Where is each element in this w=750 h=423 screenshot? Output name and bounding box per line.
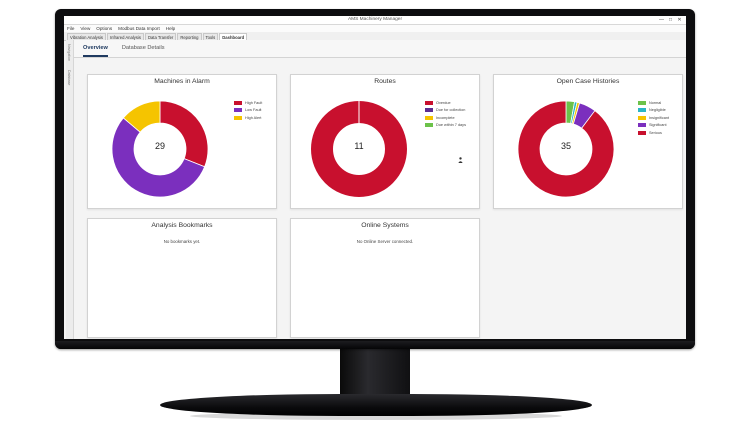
routes-card[interactable]: Routes 11 Overdue Due for collection Inc… xyxy=(290,74,480,209)
legend-item: Due within 7 days xyxy=(425,122,466,130)
menu-bar: File View Options Modbus Data Import Hel… xyxy=(64,25,686,32)
tab-reporting[interactable]: Reporting xyxy=(177,33,202,40)
card-title: Routes xyxy=(374,78,396,85)
legend-label: Due for collection xyxy=(436,108,466,113)
minimize-icon[interactable]: — xyxy=(658,16,665,24)
monitor-stand-neck xyxy=(340,349,410,397)
side-panel-strip[interactable]: Navigation Database xyxy=(66,40,74,339)
tab-vibration-analysis[interactable]: Vibration Analysis xyxy=(67,33,106,40)
menu-file[interactable]: File xyxy=(67,25,74,32)
card-title: Online Systems xyxy=(361,222,409,229)
empty-message: No bookmarks yet. xyxy=(163,239,201,244)
legend-item: Insignificant xyxy=(638,114,669,122)
online-systems-card[interactable]: Online Systems No Online Server connecte… xyxy=(290,218,480,338)
card-title: Machines in Alarm xyxy=(154,78,210,85)
card-title: Open Case Histories xyxy=(556,78,620,85)
donut-center-value: 11 xyxy=(354,141,364,151)
subtab-overview[interactable]: Overview xyxy=(83,40,108,57)
close-icon[interactable]: ✕ xyxy=(676,16,683,24)
legend-swatch xyxy=(425,123,433,128)
legend: High Fault Low Fault High Alert xyxy=(234,99,262,122)
monitor-stand-base xyxy=(160,394,592,416)
legend-item: High Fault xyxy=(234,99,262,107)
monitor: AMS Machinery Manager — □ ✕ File View Op… xyxy=(55,9,695,349)
menu-options[interactable]: Options xyxy=(96,25,112,32)
side-tab-navigation[interactable]: Navigation xyxy=(67,44,71,61)
legend-item: Serious xyxy=(638,129,669,137)
side-tab-database[interactable]: Database xyxy=(67,70,71,85)
legend-item: Significant xyxy=(638,122,669,130)
menu-modbus-data-import[interactable]: Modbus Data Import xyxy=(118,25,160,32)
menu-view[interactable]: View xyxy=(80,25,90,32)
legend-label: Due within 7 days xyxy=(436,123,466,128)
tab-tools[interactable]: Tools xyxy=(202,33,219,40)
legend-item: Normal xyxy=(638,99,669,107)
legend-swatch xyxy=(638,108,646,113)
window-title: AMS Machinery Manager xyxy=(347,17,403,22)
legend-swatch xyxy=(425,108,433,113)
legend-label: Serious xyxy=(649,130,662,135)
legend-swatch xyxy=(638,100,646,105)
title-bar: AMS Machinery Manager — □ ✕ xyxy=(64,16,686,25)
legend-swatch xyxy=(638,130,646,135)
legend-swatch xyxy=(234,108,242,113)
subtab-database-details[interactable]: Database Details xyxy=(122,40,165,57)
legend-label: High Alert xyxy=(245,115,262,120)
legend-swatch xyxy=(425,100,433,105)
legend-label: Insignificant xyxy=(649,115,670,120)
donut-center-value: 35 xyxy=(560,141,571,151)
empty-message: No Online Server connected. xyxy=(356,239,414,244)
legend-label: Overdue xyxy=(436,100,451,105)
tab-infrared-analysis[interactable]: Infrared Analysis xyxy=(106,33,144,40)
legend-label: Normal xyxy=(649,100,662,105)
app-window: AMS Machinery Manager — □ ✕ File View Op… xyxy=(64,16,686,339)
body-area: Navigation Database Overview Database De… xyxy=(64,40,686,339)
legend-swatch xyxy=(638,123,646,128)
legend-swatch xyxy=(425,115,433,120)
legend-swatch xyxy=(638,115,646,120)
legend: Overdue Due for collection Incomplete Du… xyxy=(425,99,466,129)
analysis-bookmarks-card[interactable]: Analysis Bookmarks No bookmarks yet. xyxy=(87,218,277,338)
machines-in-alarm-card[interactable]: Machines in Alarm 29 High Fault Low Faul… xyxy=(87,74,277,209)
card-title: Analysis Bookmarks xyxy=(151,222,213,229)
open-case-histories-card[interactable]: Open Case Histories 35 Normal Negligible xyxy=(493,74,683,209)
legend-item: Due for collection xyxy=(425,107,466,115)
legend-swatch xyxy=(234,100,242,105)
window-controls: — □ ✕ xyxy=(658,16,683,24)
donut-segment[interactable] xyxy=(159,100,209,168)
tab-dashboard[interactable]: Dashboard xyxy=(219,33,248,40)
donut-center-value: 29 xyxy=(154,141,165,151)
monitor-bezel-bottom xyxy=(55,341,695,349)
dashboard-content: Overview Database Details Machines in Al… xyxy=(74,40,686,339)
legend-label: High Fault xyxy=(245,100,263,105)
legend-label: Low Fault xyxy=(245,108,262,113)
legend-label: Incomplete xyxy=(436,115,455,120)
tab-data-transfer[interactable]: Data Transfer xyxy=(144,33,177,40)
legend: Normal Negligible Insignificant Signific… xyxy=(638,99,669,137)
dashboard-subtabs: Overview Database Details xyxy=(74,40,686,58)
legend-item: Incomplete xyxy=(425,114,466,122)
legend-item: High Alert xyxy=(234,114,262,122)
menu-help[interactable]: Help xyxy=(166,25,175,32)
legend-swatch xyxy=(234,115,242,120)
person-icon[interactable] xyxy=(458,157,463,165)
legend-label: Negligible xyxy=(649,108,666,113)
legend-item: Overdue xyxy=(425,99,466,107)
maximize-icon[interactable]: □ xyxy=(667,16,674,24)
legend-item: Low Fault xyxy=(234,107,262,115)
legend-label: Significant xyxy=(649,123,667,128)
legend-item: Negligible xyxy=(638,107,669,115)
